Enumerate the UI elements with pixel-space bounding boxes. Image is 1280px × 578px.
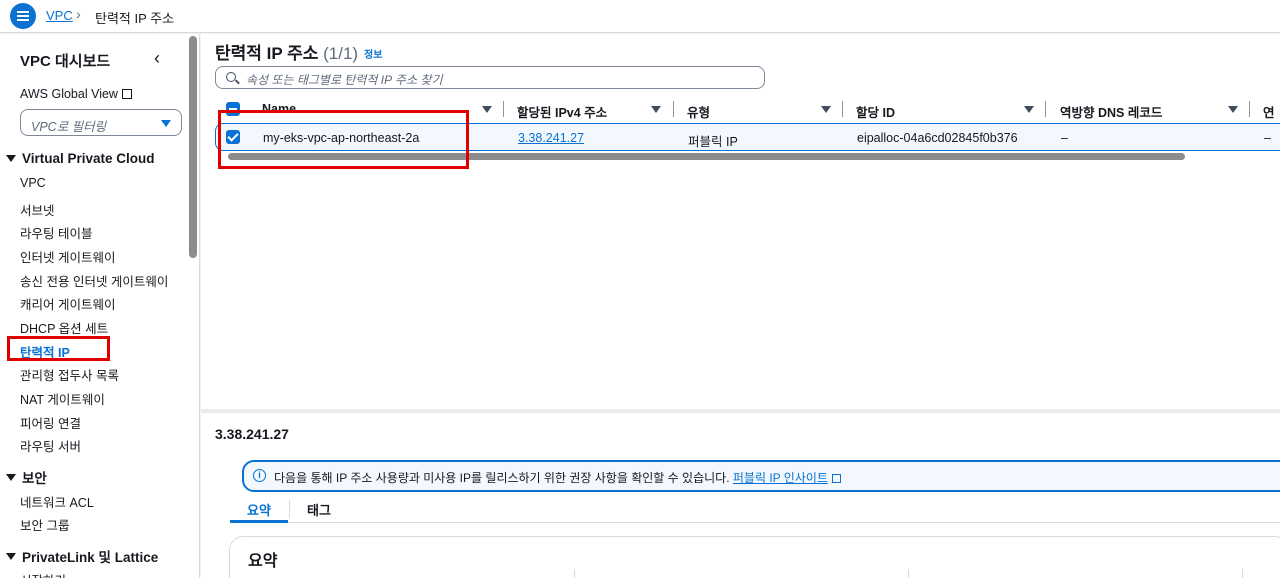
vpc-filter-select[interactable]: VPC로 필터링 <box>20 109 182 136</box>
cell-reverse-dns: – <box>1061 131 1068 145</box>
breadcrumb-current: 탄력적 IP 주소 <box>95 11 175 26</box>
caret-down-icon <box>161 120 171 127</box>
highlight-box-row <box>218 110 469 169</box>
breadcrumb-vpc-link[interactable]: VPC <box>46 8 73 23</box>
info-alert: i 다음을 통해 IP 주소 사용량과 미사용 IP를 릴리스하기 위한 권장 … <box>242 460 1280 492</box>
page-title: 탄력적 IP 주소 (1/1) <box>215 44 359 63</box>
detail-title: 3.38.241.27 <box>215 426 289 442</box>
public-ip-insights-link[interactable]: 퍼블릭 IP 인사이트 <box>733 471 828 485</box>
sidebar-item-subnets[interactable]: 서브넷 <box>20 200 55 219</box>
sidebar-section-vpc[interactable]: Virtual Private Cloud <box>6 151 155 166</box>
column-divider <box>908 569 909 578</box>
sort-icon[interactable] <box>651 106 661 113</box>
external-link-icon <box>121 89 132 99</box>
detail-tabs: 요약 태그 <box>230 497 1280 523</box>
sidebar-section-security[interactable]: 보안 <box>6 467 47 487</box>
column-divider <box>1242 569 1243 578</box>
sort-icon[interactable] <box>821 106 831 113</box>
column-divider[interactable] <box>1045 101 1046 117</box>
external-link-icon <box>831 474 841 483</box>
sidebar-global-view-link[interactable]: AWS Global View <box>20 87 132 101</box>
sidebar-item-egress-only-gateways[interactable]: 송신 전용 인터넷 게이트웨이 <box>20 271 168 290</box>
column-divider[interactable] <box>1249 101 1250 117</box>
column-divider[interactable] <box>503 101 504 117</box>
column-header-ipv4[interactable]: 할당된 IPv4 주소 <box>517 102 607 121</box>
cell-ipv4-link[interactable]: 3.38.241.27 <box>518 131 584 145</box>
sidebar-item-route-tables[interactable]: 라우팅 테이블 <box>20 223 92 242</box>
tab-tags[interactable]: 태그 <box>307 500 331 519</box>
column-divider[interactable] <box>842 101 843 117</box>
sidebar-item-getting-started[interactable]: 시작하기 <box>20 570 66 578</box>
collapse-sidebar-icon[interactable]: ‹ <box>154 48 160 69</box>
column-divider[interactable] <box>673 101 674 117</box>
sidebar-item-carrier-gateways[interactable]: 캐리어 게이트웨이 <box>20 294 115 313</box>
sidebar-item-network-acl[interactable]: 네트워크 ACL <box>20 492 94 511</box>
sort-icon[interactable] <box>1024 106 1034 113</box>
tab-divider <box>289 500 290 518</box>
highlight-box-sidebar <box>7 336 110 361</box>
sidebar-item-security-groups[interactable]: 보안 그룹 <box>20 515 69 534</box>
info-icon: i <box>253 469 266 482</box>
cell-association: – <box>1264 131 1271 145</box>
search-input[interactable]: 속성 또는 태그별로 탄력적 IP 주소 찾기 <box>215 66 765 89</box>
sidebar-section-privatelink[interactable]: PrivateLink 및 Lattice <box>6 546 158 566</box>
summary-container: 요약 <box>229 536 1280 578</box>
sidebar-scrollbar[interactable] <box>189 36 197 258</box>
column-divider <box>574 569 575 578</box>
sidebar-item-internet-gateways[interactable]: 인터넷 게이트웨이 <box>20 247 115 266</box>
cell-allocation-id: eipalloc-04a6cd02845f0b376 <box>857 131 1018 145</box>
detail-panel: 3.38.241.27 i 다음을 통해 IP 주소 사용량과 미사용 IP를 … <box>201 413 1280 578</box>
column-header-allocation-id[interactable]: 할당 ID <box>856 102 895 121</box>
caret-down-icon <box>6 155 16 162</box>
cell-type: 퍼블릭 IP <box>688 135 738 149</box>
caret-down-icon <box>6 473 16 481</box>
search-icon <box>226 72 236 82</box>
sort-icon[interactable] <box>1228 106 1238 113</box>
summary-heading: 요약 <box>248 553 278 570</box>
column-header-reverse-dns[interactable]: 역방향 DNS 레코드 <box>1060 102 1162 121</box>
alert-text: 다음을 통해 IP 주소 사용량과 미사용 IP를 릴리스하기 위한 권장 사항… <box>274 471 730 485</box>
column-header-type[interactable]: 유형 <box>687 102 710 121</box>
sort-icon[interactable] <box>482 106 492 113</box>
sidebar-item-peering[interactable]: 피어링 연결 <box>20 413 81 432</box>
tab-summary[interactable]: 요약 <box>247 500 271 519</box>
caret-down-icon <box>6 552 16 560</box>
info-link[interactable]: 정보 <box>364 46 382 61</box>
sidebar-item-dhcp-options[interactable]: DHCP 옵션 세트 <box>20 318 108 337</box>
sidebar-title[interactable]: VPC 대시보드 <box>20 50 110 71</box>
sidebar-item-route-servers[interactable]: 라우팅 서버 <box>20 436 81 455</box>
sidebar-item-vpc[interactable]: VPC <box>20 176 46 190</box>
sidebar: VPC 대시보드 ‹ AWS Global View VPC로 필터링 Virt… <box>0 34 200 578</box>
sidebar-item-nat-gateways[interactable]: NAT 게이트웨이 <box>20 389 105 408</box>
chevron-right-icon: › <box>76 6 81 22</box>
active-tab-indicator <box>230 520 288 523</box>
selection-count: (1/1) <box>323 44 359 63</box>
menu-icon[interactable] <box>10 3 36 29</box>
top-bar: VPC › 탄력적 IP 주소 <box>0 0 1280 33</box>
elastic-ip-list-panel: 탄력적 IP 주소 (1/1) 정보 속성 또는 태그별로 탄력적 IP 주소 … <box>201 34 1280 409</box>
sidebar-item-prefix-lists[interactable]: 관리형 접두사 목록 <box>20 365 119 384</box>
